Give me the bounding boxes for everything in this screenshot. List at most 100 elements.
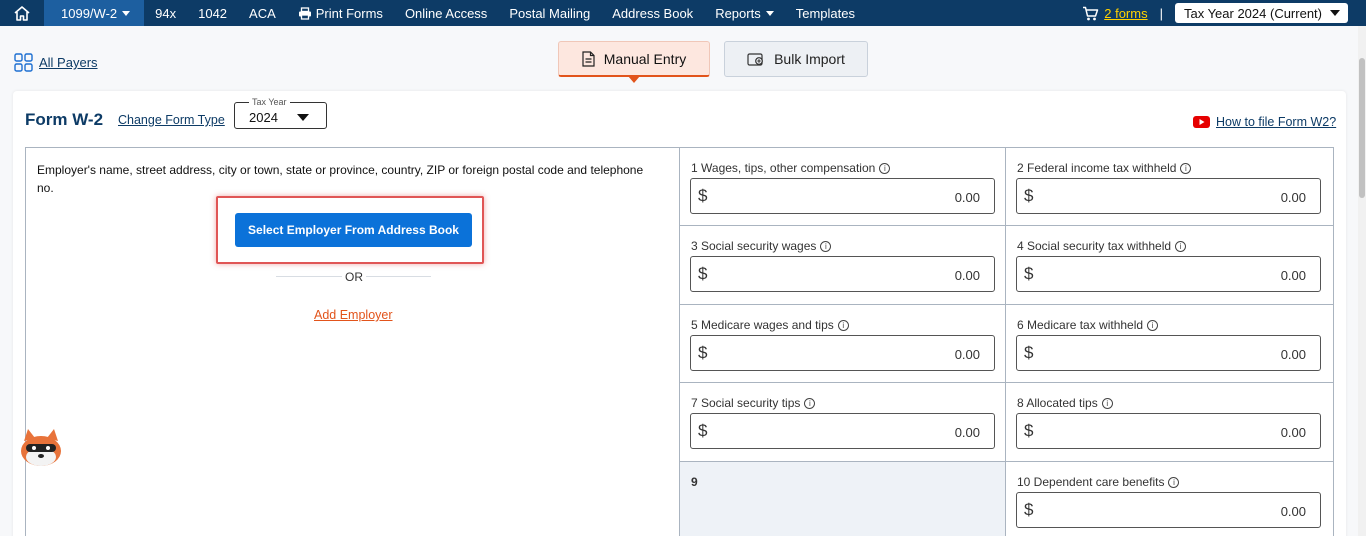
employer-cell: Employer's name, street address, city or… (26, 148, 680, 536)
page-scrollbar[interactable] (1358, 26, 1366, 536)
nav-reports-label: Reports (715, 5, 761, 21)
nav-print-forms[interactable]: Print Forms (287, 0, 394, 26)
box-8: 8 Allocated tips i $0.00 (1006, 383, 1333, 462)
grid-icon (14, 53, 33, 72)
nav-aca[interactable]: ACA (238, 0, 287, 26)
box-10-value: 0.00 (1280, 504, 1306, 519)
document-icon (582, 50, 595, 67)
printer-icon (298, 6, 311, 20)
select-employer-highlight: Select Employer From Address Book (216, 196, 484, 264)
box-6-value: 0.00 (1280, 347, 1306, 362)
tax-year-dropdown-label: Tax Year 2024 (Current) (1183, 5, 1322, 21)
nav-1099-w2[interactable]: 1099/W-2 (44, 0, 145, 26)
box-1: 1 Wages, tips, other compensation i $0.00 (680, 148, 1006, 226)
home-icon (14, 5, 30, 21)
box-7-label-text: 7 Social security tips (691, 396, 801, 410)
box-2-value: 0.00 (1280, 190, 1306, 205)
box-10-label-text: 10 Dependent care benefits (1017, 475, 1165, 489)
box-4-input[interactable]: $0.00 (1016, 256, 1321, 292)
form-tax-year-select[interactable]: Tax Year 2024 (234, 97, 327, 129)
box-6: 6 Medicare tax withheld i $0.00 (1006, 305, 1333, 383)
box-7-input[interactable]: $0.00 (690, 413, 995, 449)
nav-reports[interactable]: Reports (704, 0, 785, 26)
box-5-input[interactable]: $0.00 (690, 335, 995, 371)
nav-address-book[interactable]: Address Book (601, 0, 704, 26)
form-title: Form W-2 (25, 110, 104, 129)
box-3-value: 0.00 (954, 268, 980, 283)
dollar-sign: $ (1024, 343, 1034, 362)
dollar-sign: $ (1024, 264, 1034, 283)
info-icon[interactable]: i (879, 162, 891, 174)
nav-online-access[interactable]: Online Access (394, 0, 498, 26)
helper-mascot-icon[interactable] (18, 425, 64, 469)
box-2-input[interactable]: $0.00 (1016, 178, 1321, 214)
dollar-sign: $ (1024, 421, 1034, 440)
nav-postal-mailing[interactable]: Postal Mailing (498, 0, 601, 26)
dollar-sign: $ (1024, 500, 1034, 519)
info-icon[interactable]: i (837, 319, 849, 331)
nav-94x[interactable]: 94x (144, 0, 187, 26)
nav-online-access-label: Online Access (404, 5, 488, 21)
home-button[interactable] (0, 0, 44, 26)
box-7-label: 7 Social security tips i (691, 396, 816, 410)
dollar-sign: $ (698, 421, 708, 440)
info-icon[interactable]: i (1180, 162, 1192, 174)
box-3: 3 Social security wages i $0.00 (680, 226, 1006, 305)
box-1-input[interactable]: $0.00 (690, 178, 995, 214)
chevron-down-icon (122, 10, 131, 16)
nav-1042[interactable]: 1042 (187, 0, 238, 26)
youtube-icon (1193, 116, 1210, 128)
box-10-label: 10 Dependent care benefits i (1017, 475, 1180, 489)
tab-manual-entry[interactable]: Manual Entry (558, 41, 710, 83)
info-icon[interactable]: i (1168, 476, 1180, 488)
box-3-input[interactable]: $0.00 (690, 256, 995, 292)
tab-bulk-import-label: Bulk Import (774, 51, 845, 67)
change-form-type-link[interactable]: Change Form Type (118, 113, 225, 127)
all-payers-label: All Payers (39, 55, 98, 70)
box-2-label-text: 2 Federal income tax withheld (1017, 161, 1177, 175)
tax-year-dropdown[interactable]: Tax Year 2024 (Current) (1174, 3, 1348, 23)
tab-bulk-import[interactable]: Bulk Import (724, 41, 868, 77)
box-9: 9 (680, 462, 1006, 536)
nav-address-book-label: Address Book (612, 5, 694, 21)
box-9-label: 9 (691, 475, 698, 489)
box-8-label: 8 Allocated tips i (1017, 396, 1113, 410)
employer-label: Employer's name, street address, city or… (37, 163, 644, 195)
box-10-input[interactable]: $0.00 (1016, 492, 1321, 528)
nav-postal-mailing-label: Postal Mailing (509, 5, 591, 21)
info-icon[interactable]: i (820, 240, 832, 252)
cart-icon (1083, 6, 1099, 20)
scrollbar-thumb[interactable] (1359, 58, 1365, 198)
nav-templates-label: Templates (795, 5, 855, 21)
box-6-input[interactable]: $0.00 (1016, 335, 1321, 371)
box-8-value: 0.00 (1280, 425, 1306, 440)
box-5-label-text: 5 Medicare wages and tips (691, 318, 834, 332)
box-5-label: 5 Medicare wages and tips i (691, 318, 849, 332)
dollar-sign: $ (1024, 186, 1034, 205)
how-to-file-link[interactable]: How to file Form W2? (1193, 115, 1336, 129)
box-4-label: 4 Social security tax withheld i (1017, 239, 1187, 253)
nav-94x-label: 94x (155, 5, 177, 21)
info-icon[interactable]: i (804, 397, 816, 409)
nav-right: 2 forms | Tax Year 2024 (Current) (1082, 0, 1366, 26)
how-to-file-label: How to file Form W2? (1216, 115, 1337, 129)
all-payers-link[interactable]: All Payers (14, 53, 98, 72)
info-icon[interactable]: i (1175, 240, 1187, 252)
w2-form-grid: Employer's name, street address, city or… (25, 147, 1334, 536)
box-2: 2 Federal income tax withheld i $0.00 (1006, 148, 1333, 226)
box-5-value: 0.00 (954, 347, 980, 362)
tax-year-legend: Tax Year (249, 97, 290, 107)
box-2-label: 2 Federal income tax withheld i (1017, 161, 1192, 175)
import-icon (747, 52, 763, 66)
box-8-input[interactable]: $0.00 (1016, 413, 1321, 449)
box-8-label-text: 8 Allocated tips (1017, 396, 1098, 410)
add-employer-link[interactable]: Add Employer (314, 308, 393, 322)
box-6-label-text: 6 Medicare tax withheld (1017, 318, 1144, 332)
nav-templates[interactable]: Templates (785, 0, 866, 26)
info-icon[interactable]: i (1101, 397, 1113, 409)
cart-link[interactable]: 2 forms (1082, 6, 1148, 21)
select-employer-button[interactable]: Select Employer From Address Book (235, 213, 472, 247)
info-icon[interactable]: i (1147, 319, 1159, 331)
dollar-sign: $ (698, 186, 708, 205)
chevron-down-icon (765, 10, 774, 16)
